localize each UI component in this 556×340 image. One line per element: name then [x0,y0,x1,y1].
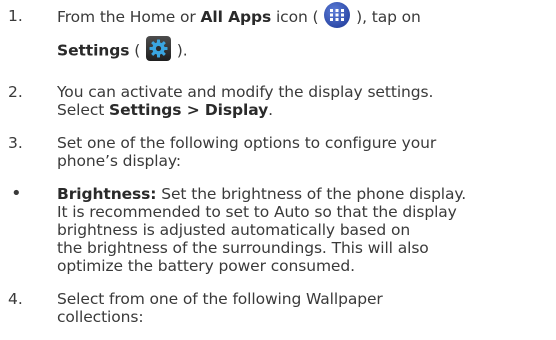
step-1-line-2: Settings ( ). [57,36,552,61]
step-number: 1. [8,7,23,25]
step-2-line-2: Select Settings > Display. [57,101,552,119]
step-3-line-1: Set one of the following options to conf… [57,134,437,152]
settings-display-path: Settings > Display [109,101,269,119]
bullet-line-5: optimize the battery power consumed. [57,257,355,275]
bullet-marker: • [11,183,22,204]
text-run: . [268,101,273,119]
step-3-line-2: phone’s display: [57,152,181,170]
step-text: From the Home or All Apps icon (), tap … [57,2,552,61]
bullet-text: Brightness: Set the brightness of the ph… [57,185,552,275]
bullet-line-2: It is recommended to set to Auto so that… [57,203,457,221]
step-1-line-1: From the Home or All Apps icon (), tap … [57,2,552,28]
step-4-line-2: collections: [57,308,144,326]
text-run: ), tap on [351,8,421,26]
settings-gear-icon [145,36,171,61]
step-number: 2. [8,83,23,101]
step-text: Select from one of the following Wallpap… [57,290,552,326]
step-number: 3. [8,134,23,152]
step-text: You can activate and modify the display … [57,83,552,119]
step-4-line-1: Select from one of the following Wallpap… [57,290,383,308]
text-run: Select [57,101,110,119]
step-text: Set one of the following options to conf… [57,134,552,170]
text-run: Set the brightness of the phone display. [156,185,467,203]
text-run: icon ( [271,8,324,26]
bullet-line-4: the brightness of the surroundings. This… [57,239,429,257]
step-number: 4. [8,290,23,308]
settings-label: Settings [57,41,130,60]
text-run: ). [171,41,188,60]
all-apps-label: All Apps [200,8,272,26]
bullet-line-3: brightness is adjusted automatically bas… [57,221,411,239]
brightness-label: Brightness: [57,185,157,203]
all-apps-icon [324,2,351,28]
text-run: ( [129,41,145,60]
bullet-line-1: Brightness: Set the brightness of the ph… [57,185,552,203]
step-2-line-1: You can activate and modify the display … [57,83,434,101]
instruction-page: 1. From the Home or All Apps icon (), t… [0,0,556,340]
text-run: From the Home or [57,8,201,26]
